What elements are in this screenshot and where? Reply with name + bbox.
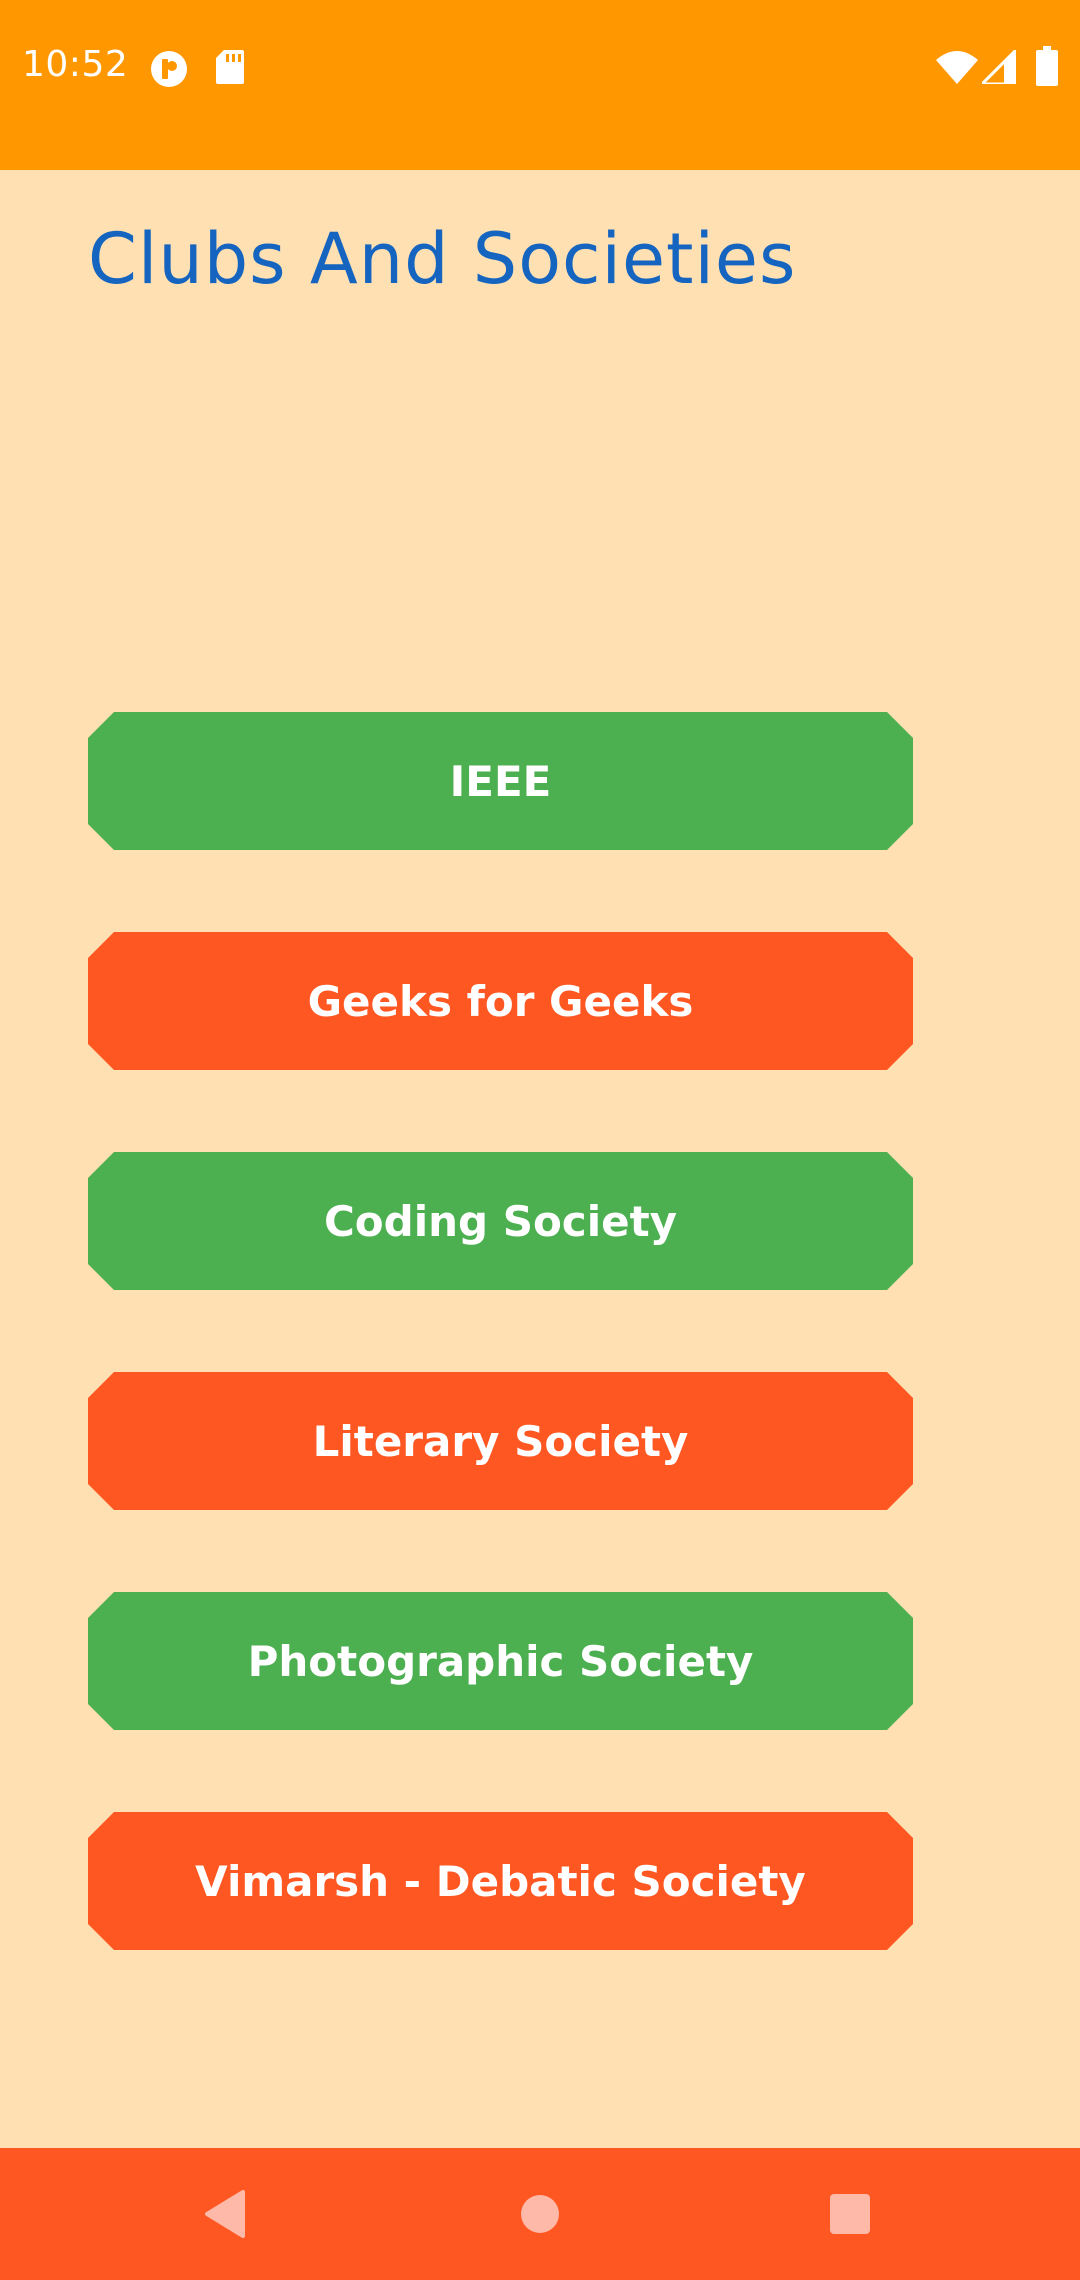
club-button-geeks-for-geeks[interactable]: Geeks for Geeks [88, 932, 913, 1070]
club-button-literary-society[interactable]: Literary Society [88, 1372, 913, 1510]
cell-signal-icon [982, 50, 1016, 84]
recents-button[interactable] [770, 2148, 930, 2280]
status-time: 10:52 [22, 44, 129, 85]
back-button[interactable] [145, 2148, 305, 2280]
navigation-bar [0, 2148, 1080, 2280]
wifi-icon [936, 51, 978, 84]
app-notification-icon [151, 51, 187, 87]
recents-icon [830, 2194, 870, 2234]
club-button-ieee[interactable]: IEEE [88, 712, 913, 850]
back-icon [205, 2190, 245, 2238]
club-list: IEEE Geeks for Geeks Coding Society Lite… [88, 712, 913, 2032]
club-button-vimarsh-debatic-society[interactable]: Vimarsh - Debatic Society [88, 1812, 913, 1950]
battery-icon [1036, 46, 1058, 86]
club-button-coding-society[interactable]: Coding Society [88, 1152, 913, 1290]
sd-card-icon [216, 50, 244, 84]
page-title: Clubs And Societies [88, 218, 797, 300]
status-bar: 10:52 [0, 0, 1080, 170]
club-button-photographic-society[interactable]: Photographic Society [88, 1592, 913, 1730]
home-button[interactable] [460, 2148, 620, 2280]
home-icon [521, 2195, 559, 2233]
